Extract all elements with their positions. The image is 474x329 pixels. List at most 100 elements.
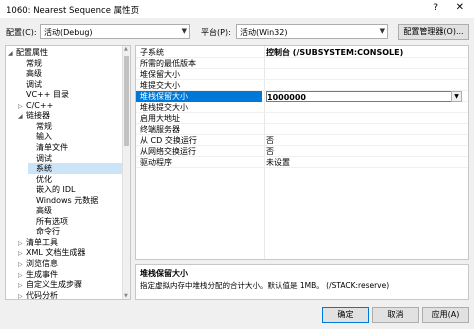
property-row[interactable]: 所需的最低版本 <box>136 58 468 69</box>
tree-item[interactable]: ◢ 配置属性 <box>8 47 122 58</box>
tree-item-label: 高级 <box>26 69 42 79</box>
tree-item[interactable]: ▷ 生成事件 <box>18 269 122 280</box>
property-value: 否 <box>266 146 462 157</box>
property-value-text: 否 <box>266 136 274 145</box>
tree-item[interactable]: ▷ 自定义生成步骤 <box>18 279 122 290</box>
tree-item-label: 清单工具 <box>26 237 58 247</box>
tree-item-label: 优化 <box>36 174 52 184</box>
platform-select[interactable]: 活动(Win32) ▼ <box>236 24 388 39</box>
tree-item[interactable]: 所有选项 <box>28 216 122 227</box>
property-value-text: 否 <box>266 147 274 156</box>
tree-item-label: 调试 <box>26 79 42 89</box>
property-name: 堆栈保留大小 <box>136 91 262 102</box>
cancel-button[interactable]: 取消 <box>372 307 419 323</box>
property-name: 堆栈提交大小 <box>140 103 188 112</box>
property-name: 子系统 <box>140 48 164 57</box>
tree-item[interactable]: VC++ 目录 <box>18 89 122 100</box>
property-row[interactable]: 堆提交大小 <box>136 80 468 91</box>
property-row[interactable]: 堆栈提交大小 <box>136 102 468 113</box>
tree-item-label: 调试 <box>36 153 52 163</box>
config-value: 活动(Debug) <box>44 28 93 37</box>
property-name: 从网络交换运行 <box>140 147 196 156</box>
tree-item[interactable]: 输入 <box>28 131 122 142</box>
property-row[interactable]: 子系统 控制台 (/SUBSYSTEM:CONSOLE) <box>136 47 468 58</box>
property-row[interactable]: 驱动程序 未设置 <box>136 157 468 168</box>
property-value: 未设置 <box>266 157 462 168</box>
property-name: 从 CD 交换运行 <box>140 136 197 145</box>
tree-item[interactable]: Windows 元数据 <box>28 195 122 206</box>
tree-item[interactable]: 清单文件 <box>28 142 122 153</box>
property-row[interactable]: 从 CD 交换运行 否 <box>136 135 468 146</box>
tree-item-label: 输入 <box>36 132 52 142</box>
tree-item[interactable]: ▷ 浏览信息 <box>18 258 122 269</box>
dialog-footer: 确定 取消 应用(A) <box>0 303 474 329</box>
tree-item-label: 链接器 <box>26 111 50 121</box>
chevron-down-icon: ▼ <box>379 27 385 35</box>
property-value-text: 控制台 (/SUBSYSTEM:CONSOLE) <box>266 48 404 57</box>
tree-item[interactable]: 调试 <box>18 79 122 90</box>
config-row: 配置(C): 活动(Debug) ▼ 平台(P): 活动(Win32) ▼ 配置… <box>0 22 474 42</box>
tree-item[interactable]: ▷ 清单工具 <box>18 237 122 248</box>
tree-item[interactable]: 命令行 <box>28 226 122 237</box>
title-bar: 1060: Nearest Sequence 属性页 ? ✕ <box>0 0 474 18</box>
tree-item-label: 配置属性 <box>16 48 48 57</box>
expander-icon[interactable]: ◢ <box>18 111 26 122</box>
description-title: 堆栈保留大小 <box>140 269 188 278</box>
tree-item-label: 常规 <box>36 121 52 131</box>
tree-item-label: 生成事件 <box>26 269 58 279</box>
property-tree: ◢ 配置属性 常规 高级 调试 VC++ 目录 ▷ C/C++ ◢ 链接器 常规 输入 清单文件 调试 系统… <box>5 45 131 300</box>
platform-label: 平台(P): <box>201 28 231 37</box>
tree-item-label: 常规 <box>26 58 42 68</box>
apply-button[interactable]: 应用(A) <box>422 307 469 323</box>
property-name: 驱动程序 <box>140 158 172 167</box>
chevron-down-icon[interactable]: ▼ <box>451 91 462 102</box>
property-value-input[interactable]: 1000000 ▼ <box>266 91 462 102</box>
tree-item-label: 所有选项 <box>36 216 68 226</box>
tree-item[interactable]: 高级 <box>28 205 122 216</box>
tree-scrollbar[interactable]: ▲ ▼ <box>122 46 130 299</box>
chevron-down-icon: ▼ <box>181 27 187 35</box>
property-name: 堆提交大小 <box>140 81 180 90</box>
tree-item-label: 嵌入的 IDL <box>36 185 76 195</box>
tree-item[interactable]: 优化 <box>28 174 122 185</box>
tree-item-label: 系统 <box>36 164 52 174</box>
tree-item[interactable]: ▷ C/C++ <box>18 100 122 111</box>
property-row[interactable]: 启用大地址 <box>136 113 468 124</box>
tree-item-label: 命令行 <box>36 227 60 237</box>
platform-value: 活动(Win32) <box>240 28 288 37</box>
help-icon[interactable]: ? <box>433 3 438 13</box>
tree-item[interactable]: 常规 <box>18 58 122 69</box>
config-manager-button[interactable]: 配置管理器(O)... <box>398 24 469 40</box>
description-text: 指定虚拟内存中堆栈分配的合计大小。默认值是 1MB。 (/STACK:reser… <box>140 281 390 290</box>
close-icon[interactable]: ✕ <box>456 2 464 13</box>
tree-item[interactable]: ▷ XML 文档生成器 <box>18 247 122 258</box>
property-name: 堆保留大小 <box>140 70 180 79</box>
property-row[interactable]: 堆保留大小 <box>136 69 468 80</box>
tree-item[interactable]: ▷ 代码分析 <box>18 290 122 299</box>
tree-item-label: C/C++ <box>26 100 54 110</box>
tree-item[interactable]: 高级 <box>18 68 122 79</box>
tree-item[interactable]: 嵌入的 IDL <box>28 184 122 195</box>
property-value: 否 <box>266 135 462 146</box>
scroll-down-icon[interactable]: ▼ <box>124 293 128 299</box>
tree-item[interactable]: 常规 <box>28 121 122 132</box>
ok-button[interactable]: 确定 <box>322 307 369 323</box>
tree-item[interactable]: ◢ 链接器 <box>18 110 122 121</box>
expander-icon[interactable]: ▷ <box>18 291 26 299</box>
tree-item-label: XML 文档生成器 <box>26 248 86 258</box>
tree-item[interactable]: 系统 <box>28 163 122 175</box>
tree-item-label: 浏览信息 <box>26 259 58 268</box>
property-row[interactable]: 堆栈保留大小 1000000 ▼ <box>136 91 468 102</box>
scroll-up-icon[interactable]: ▲ <box>124 46 128 52</box>
tree-item[interactable]: 调试 <box>28 153 122 164</box>
expander-icon[interactable]: ◢ <box>8 48 16 59</box>
tree-item-label: 自定义生成步骤 <box>26 280 82 290</box>
scrollbar-thumb[interactable] <box>124 56 129 146</box>
description-panel: 堆栈保留大小 指定虚拟内存中堆栈分配的合计大小。默认值是 1MB。 (/STAC… <box>135 264 469 300</box>
property-row[interactable]: 从网络交换运行 否 <box>136 146 468 157</box>
config-label: 配置(C): <box>6 28 37 37</box>
property-row[interactable]: 终端服务器 <box>136 124 468 135</box>
property-grid: 子系统 控制台 (/SUBSYSTEM:CONSOLE) 所需的最低版本 堆保留大小堆… <box>135 45 469 260</box>
config-select[interactable]: 活动(Debug) ▼ <box>40 24 190 39</box>
property-value-text: 未设置 <box>266 158 290 167</box>
